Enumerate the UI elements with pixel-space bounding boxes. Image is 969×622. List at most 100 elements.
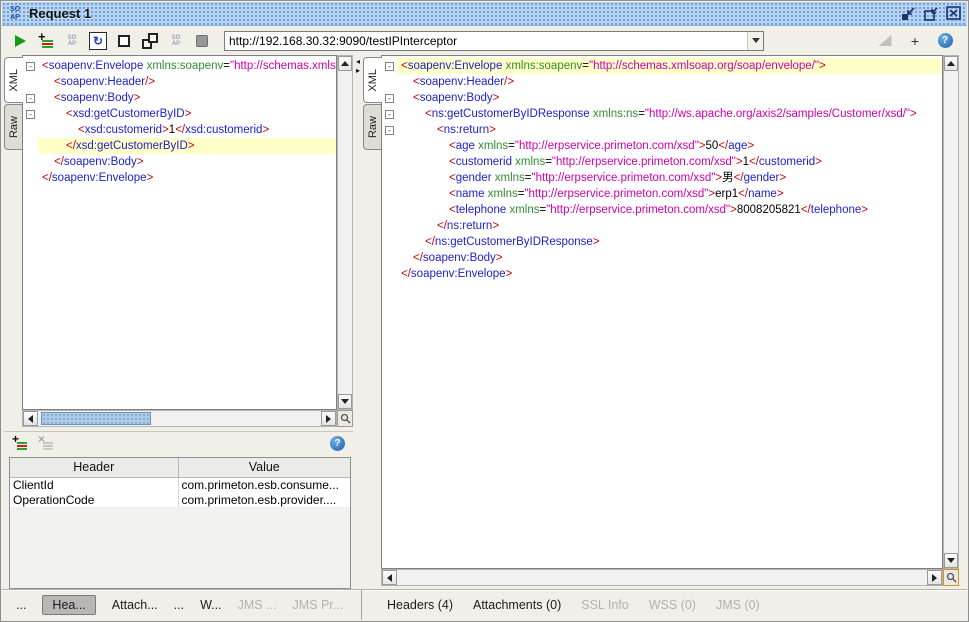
recreate-request-icon[interactable]: SOAP <box>62 31 82 51</box>
fold-toggle-icon[interactable]: - <box>26 94 35 103</box>
add-header-button[interactable]: + <box>12 437 28 451</box>
submit-request-button[interactable] <box>10 31 30 51</box>
refresh-toggle-button[interactable]: ↻ <box>88 31 108 51</box>
bottom-tab[interactable]: ... <box>16 598 26 612</box>
title-bar[interactable]: SOAP Request 1 <box>2 2 967 26</box>
header-row[interactable]: ClientIdcom.primeton.esb.consume... <box>10 477 350 492</box>
xml-code-line: </soapenv:Body> <box>23 154 336 170</box>
bottom-tab-bar: ...Hea...Attach......W...JMS ...JMS Pr..… <box>2 589 967 620</box>
bottom-tab[interactable]: Hea... <box>42 595 95 615</box>
view-tab-raw[interactable]: Raw <box>363 104 381 150</box>
headers-help-icon[interactable]: ? <box>330 436 345 451</box>
scroll-left-icon[interactable] <box>23 411 38 426</box>
scroll-right-icon[interactable] <box>927 570 942 585</box>
scroll-up-icon[interactable] <box>944 56 958 71</box>
response-magnifier-icon[interactable] <box>943 569 959 586</box>
scroll-left-icon[interactable] <box>382 570 397 585</box>
xml-code-line: </soapenv:Body> <box>382 250 942 266</box>
scroll-right-icon[interactable] <box>321 411 336 426</box>
response-horizontal-scrollbar[interactable] <box>381 569 943 586</box>
split-pane-divider[interactable]: ◂ ▸ <box>353 55 363 589</box>
response-editor-panel: XML Raw -<soapenv:Envelope xmlns:soapenv=… <box>363 55 959 586</box>
bottom-tab[interactable]: Headers (4) <box>387 598 453 612</box>
endpoint-url-input[interactable] <box>225 34 747 48</box>
request-headers-table[interactable]: Header Value ClientIdcom.primeton.esb.co… <box>9 457 351 589</box>
scroll-down-icon[interactable] <box>338 394 352 409</box>
response-vertical-scrollbar[interactable] <box>943 55 959 569</box>
fold-toggle-icon[interactable]: - <box>385 110 394 119</box>
header-cell[interactable]: com.primeton.esb.consume... <box>178 477 350 492</box>
xml-code-line: <telephone xmlns="http://erpservice.prim… <box>382 202 942 218</box>
scroll-down-icon[interactable] <box>944 553 958 568</box>
request-editor-panel: XML Raw -<soapenv:Envelope xmlns:soapenv=… <box>4 55 353 427</box>
bottom-tab[interactable]: ... <box>174 598 184 612</box>
request-view-tabs: XML Raw <box>4 57 22 151</box>
fold-gutter <box>23 154 38 170</box>
fold-toggle-icon[interactable]: - <box>26 110 35 119</box>
dump-file-icon <box>875 31 895 51</box>
xml-code-line: <soapenv:Header/> <box>382 74 942 90</box>
fold-gutter <box>23 170 38 186</box>
fold-gutter <box>382 154 397 170</box>
view-tab-label: Raw <box>8 116 20 138</box>
fold-gutter: - <box>23 90 38 106</box>
soap-action-icon[interactable]: SOAP <box>166 31 186 51</box>
response-xml-editor[interactable]: -<soapenv:Envelope xmlns:soapenv="http:/… <box>381 55 943 569</box>
window-title: Request 1 <box>29 6 91 21</box>
clear-button[interactable] <box>114 31 134 51</box>
header-column-title[interactable]: Header <box>10 458 178 477</box>
xml-code-line: </soapenv:Envelope> <box>382 266 942 282</box>
collapse-right-icon[interactable]: ▸ <box>356 66 360 75</box>
fold-gutter <box>382 202 397 218</box>
view-tab-raw[interactable]: Raw <box>4 104 22 150</box>
request-vertical-scrollbar[interactable] <box>337 55 353 410</box>
view-tab-label: Raw <box>367 116 379 138</box>
close-window-icon[interactable] <box>945 6 963 22</box>
response-bottom-tabs: Headers (4)Attachments (0)SSL InfoWSS (0… <box>347 598 760 612</box>
restore-window-icon[interactable] <box>899 6 917 22</box>
view-tab-xml[interactable]: XML <box>363 57 382 103</box>
fold-gutter <box>382 170 397 186</box>
fold-gutter <box>382 250 397 266</box>
value-column-title[interactable]: Value <box>178 458 350 477</box>
help-icon[interactable]: ? <box>935 31 955 51</box>
fold-gutter <box>382 266 397 282</box>
xml-code-line: <name xmlns="http://erpservice.primeton.… <box>382 186 942 202</box>
request-toolbar: + SOAP ↻ SOAP + ? <box>2 27 967 54</box>
endpoint-url-combo[interactable] <box>224 31 764 51</box>
fold-gutter: - <box>382 122 397 138</box>
bottom-tab[interactable]: Attach... <box>112 598 158 612</box>
header-row[interactable]: OperationCodecom.primeton.esb.provider..… <box>10 492 350 507</box>
xml-code-line: <age xmlns="http://erpservice.primeton.c… <box>382 138 942 154</box>
request-window: SOAP Request 1 + SOAP ↻ <box>0 0 969 622</box>
endpoint-dropdown-arrow-icon[interactable] <box>747 32 763 50</box>
bottom-tab[interactable]: Attachments (0) <box>473 598 561 612</box>
fold-toggle-icon[interactable]: - <box>385 126 394 135</box>
request-xml-editor[interactable]: -<soapenv:Envelope xmlns:soapenv="http:/… <box>22 55 337 410</box>
xml-code-line: </ns:getCustomerByIDResponse> <box>382 234 942 250</box>
clone-request-button[interactable] <box>140 31 160 51</box>
fold-toggle-icon[interactable]: - <box>26 62 35 71</box>
add-endpoint-icon[interactable]: + <box>905 31 925 51</box>
xml-code-line: <customerid xmlns="http://erpservice.pri… <box>382 154 942 170</box>
collapse-left-icon[interactable]: ◂ <box>356 57 360 66</box>
scroll-up-icon[interactable] <box>338 56 352 71</box>
header-cell[interactable]: OperationCode <box>10 492 178 507</box>
fold-gutter: - <box>382 90 397 106</box>
add-to-testcase-button[interactable]: + <box>36 31 56 51</box>
scrollbar-thumb[interactable] <box>41 412 151 425</box>
fold-toggle-icon[interactable]: - <box>385 62 394 71</box>
bottom-tab[interactable]: W... <box>200 598 222 612</box>
maximize-window-icon[interactable] <box>922 6 940 22</box>
fold-gutter: - <box>382 58 397 74</box>
bottom-tab: JMS (0) <box>716 598 760 612</box>
fold-gutter <box>23 138 38 154</box>
fold-gutter <box>382 234 397 250</box>
request-horizontal-scrollbar[interactable] <box>22 410 337 427</box>
xml-code-line: -<soapenv:Body> <box>23 90 336 106</box>
header-cell[interactable]: ClientId <box>10 477 178 492</box>
header-cell[interactable]: com.primeton.esb.provider.... <box>178 492 350 507</box>
fold-toggle-icon[interactable]: - <box>385 94 394 103</box>
view-tab-xml[interactable]: XML <box>4 57 23 103</box>
request-magnifier-icon[interactable] <box>337 410 353 427</box>
